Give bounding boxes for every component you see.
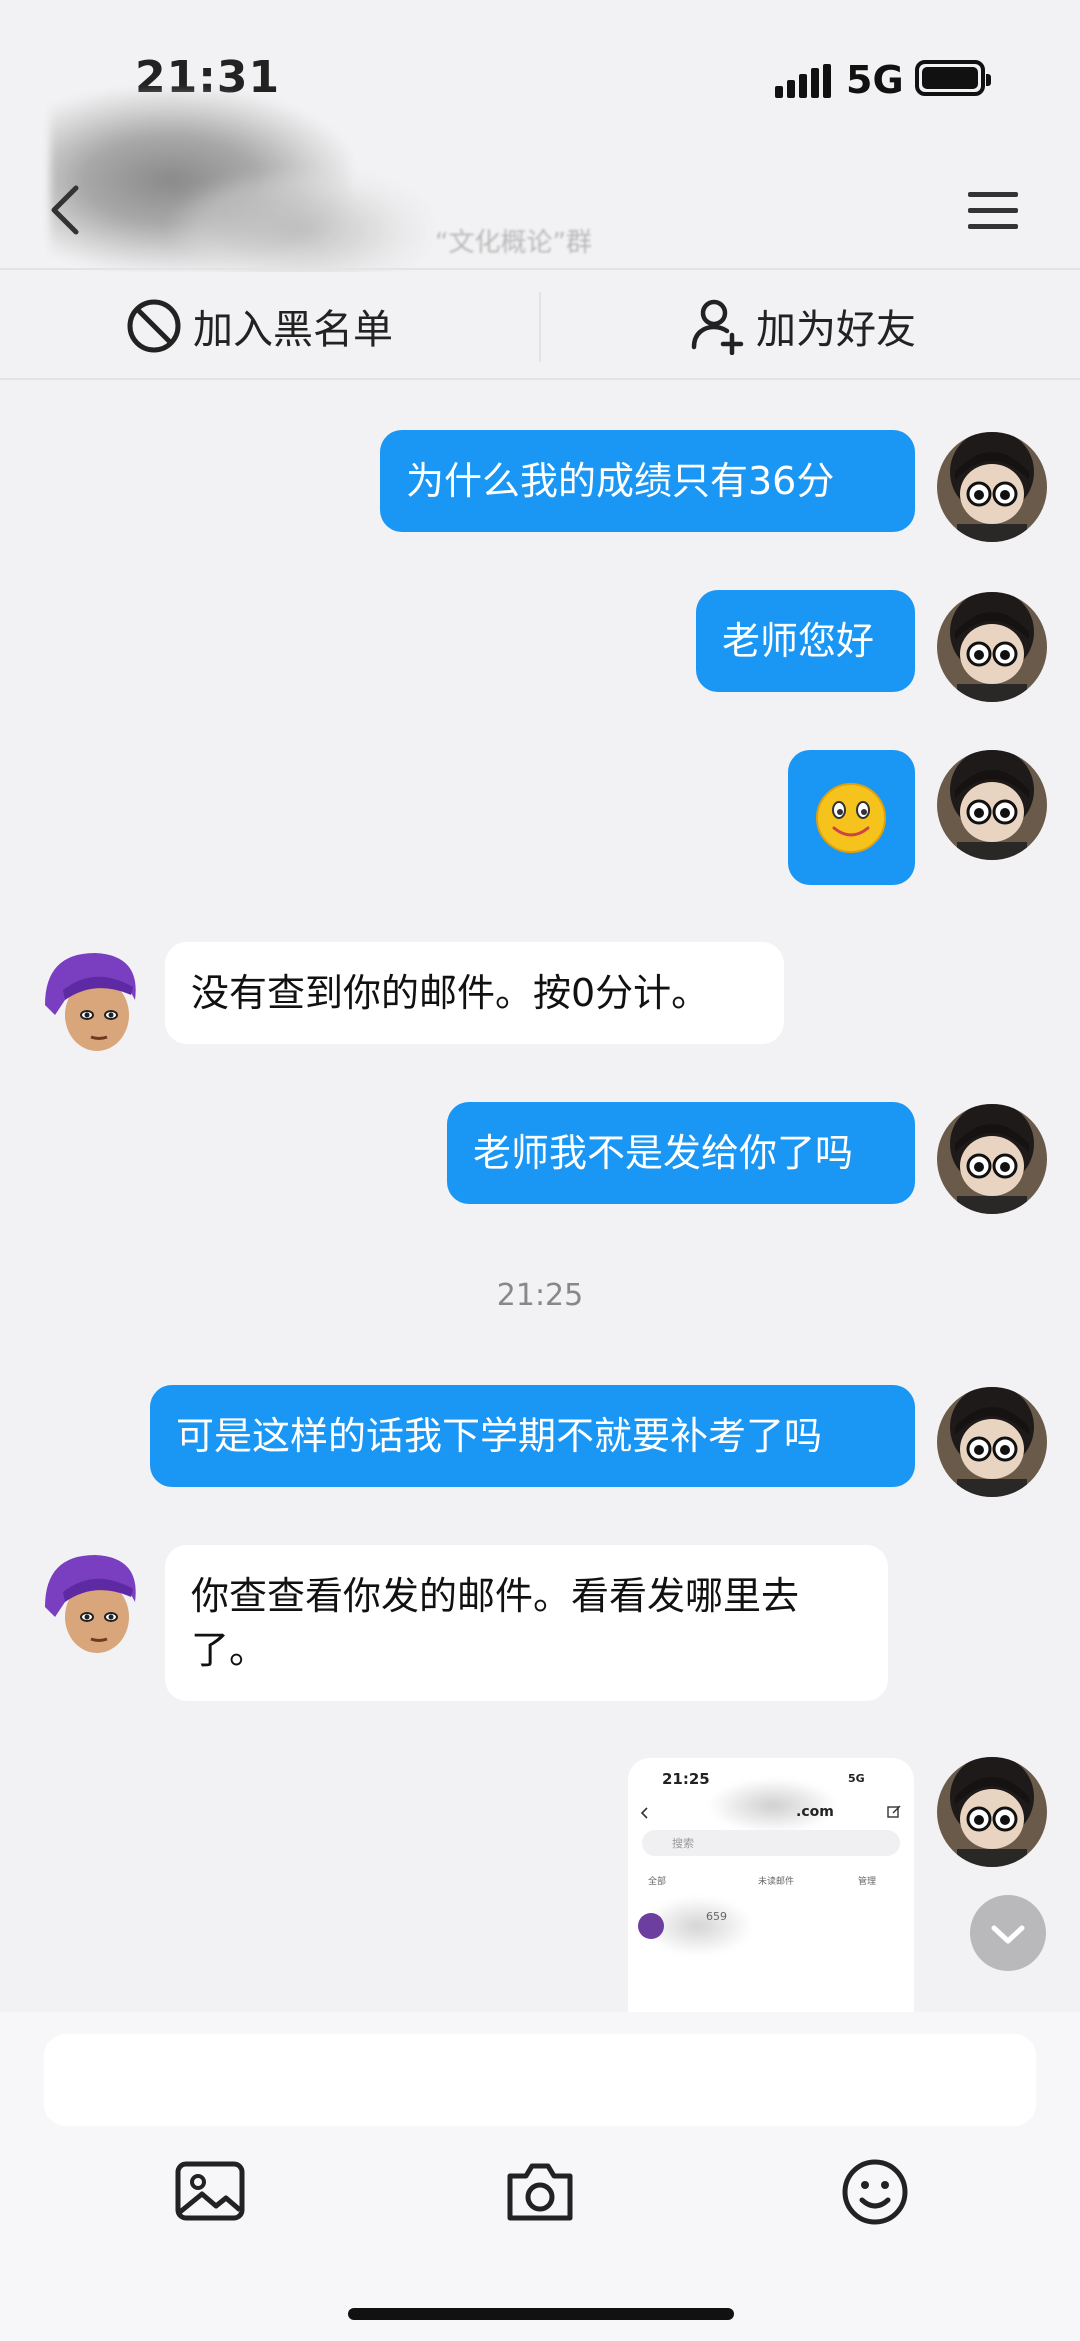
add-friend-button[interactable]: 加为好友 [690,272,916,380]
message-bubble-sent[interactable]: 老师您好 [696,590,915,692]
thumb-time: 21:25 [662,1770,710,1788]
menu-icon[interactable] [968,186,1024,234]
camera-icon [507,2163,573,2221]
group-subtitle: “文化概论”群 [435,228,592,258]
battery-icon [915,60,991,96]
thumb-back-icon [640,1807,648,1819]
composer-area [0,2012,1080,2341]
chat-screen: 21:31 5G “文化概论”群 加入黑名单 加为好友 为什么我的成绩只有36分… [0,0,1080,2341]
thumb-tab-unread: 未读邮件 [758,1877,795,1887]
emoji-icon [842,2159,908,2225]
smiley-emoji-icon [816,783,886,853]
scroll-down-button[interactable] [970,1895,1046,1971]
message-bubble-sent[interactable]: 为什么我的成绩只有36分 [380,430,915,532]
add-friend-label: 加为好友 [756,307,916,353]
image-picker-button[interactable] [170,2152,250,2232]
thumb-search-placeholder: 搜索 [672,1837,694,1850]
teacher-avatar[interactable] [35,1547,145,1657]
chat-timestamp: 21:25 [496,1278,584,1313]
thumb-search-bar: 搜索 [642,1830,900,1856]
thumb-tab-manage: 管理 [858,1877,877,1887]
my-avatar[interactable] [937,592,1047,702]
message-bubble-received[interactable]: 你查查看你发的邮件。看看发哪里去了。 [165,1545,888,1701]
message-input[interactable] [44,2034,1036,2126]
my-avatar[interactable] [937,750,1047,860]
my-avatar[interactable] [937,1757,1047,1867]
block-icon [127,299,181,353]
message-bubble-received[interactable]: 没有查到你的邮件。按0分计。 [165,942,784,1044]
image-icon [175,2161,245,2221]
chevron-down-icon [991,1925,1025,1944]
signal-icon [775,64,831,98]
action-separator [539,292,541,362]
message-bubble-sent-emoji[interactable] [788,750,915,885]
add-user-icon [691,299,744,355]
header-divider [0,268,1080,270]
message-bubble-sent[interactable]: 老师我不是发给你了吗 [447,1102,915,1204]
action-row: 加入黑名单 加为好友 [0,272,1080,380]
thumb-tab-all: 全部 [648,1877,667,1887]
thumb-network: 5G [848,1772,865,1785]
message-bubble-sent[interactable]: 可是这样的话我下学期不就要补考了吗 [150,1385,915,1487]
emoji-button[interactable] [835,2152,915,2232]
back-icon[interactable] [40,180,100,240]
thumb-avatar [638,1913,664,1939]
action-divider [0,378,1080,380]
block-label: 加入黑名单 [193,307,393,353]
home-indicator [348,2308,734,2320]
image-message-thumbnail[interactable]: 21:25 5G .com 搜索 全部 未读邮件 管理 659 [628,1758,914,2018]
my-avatar[interactable] [937,1104,1047,1214]
teacher-avatar[interactable] [35,945,145,1055]
thumb-email-domain: .com [796,1804,834,1820]
block-button[interactable]: 加入黑名单 [125,272,393,380]
thumb-row-fragment: 659 [706,1910,727,1923]
my-avatar[interactable] [937,1387,1047,1497]
thumb-compose-icon [887,1805,901,1818]
camera-button[interactable] [500,2152,580,2232]
my-avatar[interactable] [937,432,1047,542]
network-type: 5G [846,58,904,102]
chat-header: “文化概论”群 [0,90,1080,290]
